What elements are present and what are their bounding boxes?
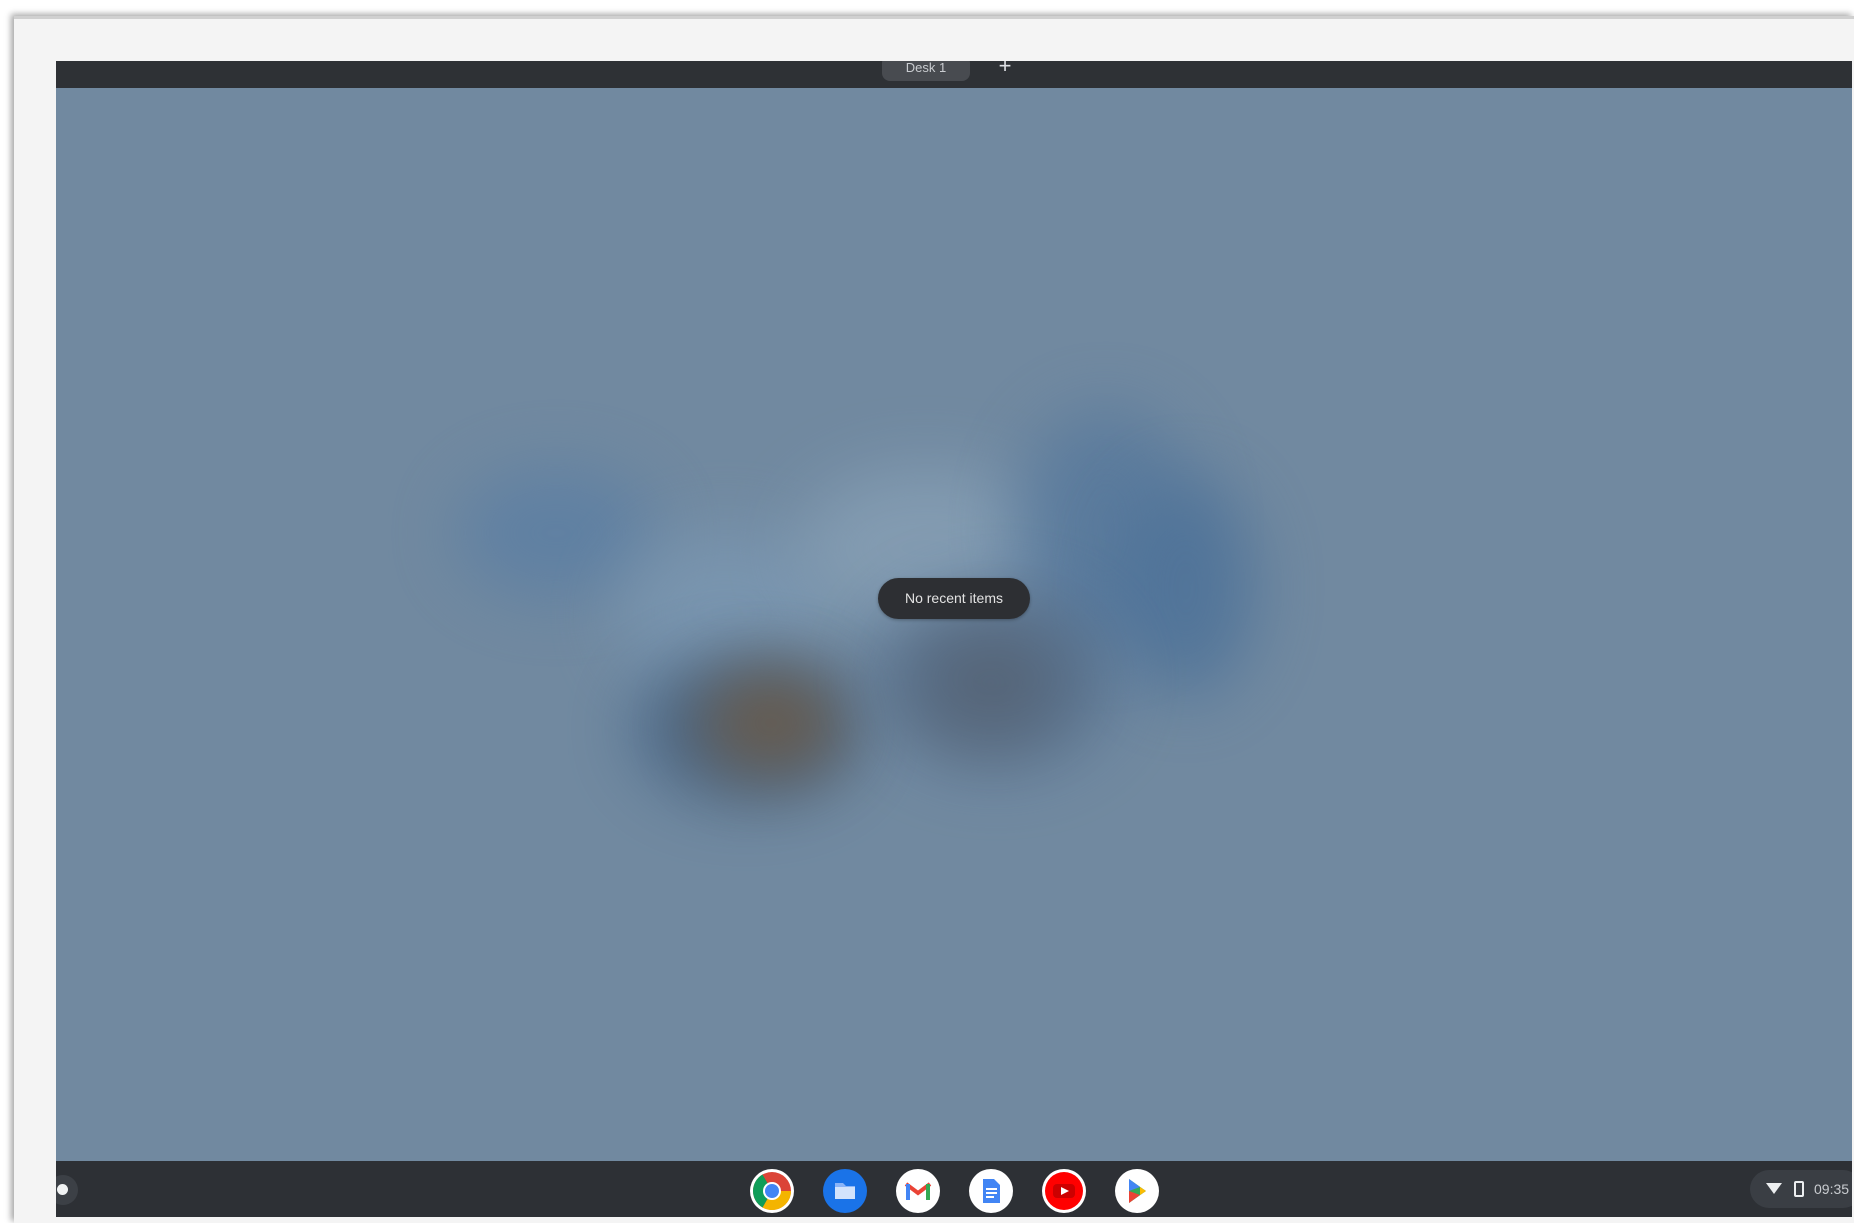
files-icon[interactable] [823,1169,867,1213]
chromeos-desktop: Desk 1 + No recent items 09:35 [56,61,1852,1217]
shelf: 09:35 [56,1161,1852,1217]
no-recent-items-label: No recent items [878,578,1030,619]
status-area[interactable]: 09:35 [1750,1170,1852,1208]
battery-icon [1794,1181,1804,1197]
shelf-apps [750,1169,1159,1213]
plus-icon: + [998,61,1012,78]
wallpaper-blob [1116,478,1256,698]
wifi-icon [1766,1183,1782,1194]
youtube-icon[interactable] [1042,1169,1086,1213]
chrome-icon[interactable] [750,1169,794,1213]
wallpaper-blob [696,668,846,778]
docs-icon[interactable] [969,1169,1013,1213]
play-store-icon[interactable] [1115,1169,1159,1213]
screenshot-frame: Desk 1 + No recent items 09:35 [14,16,1854,1223]
wallpaper [56,88,1852,1203]
new-desk-button[interactable]: + [993,61,1017,79]
launcher-button[interactable] [56,1175,78,1205]
desks-bar: Desk 1 + [56,61,1852,88]
gmail-icon[interactable] [896,1169,940,1213]
clock: 09:35 [1814,1181,1850,1197]
desk-1-chip[interactable]: Desk 1 [882,61,970,81]
